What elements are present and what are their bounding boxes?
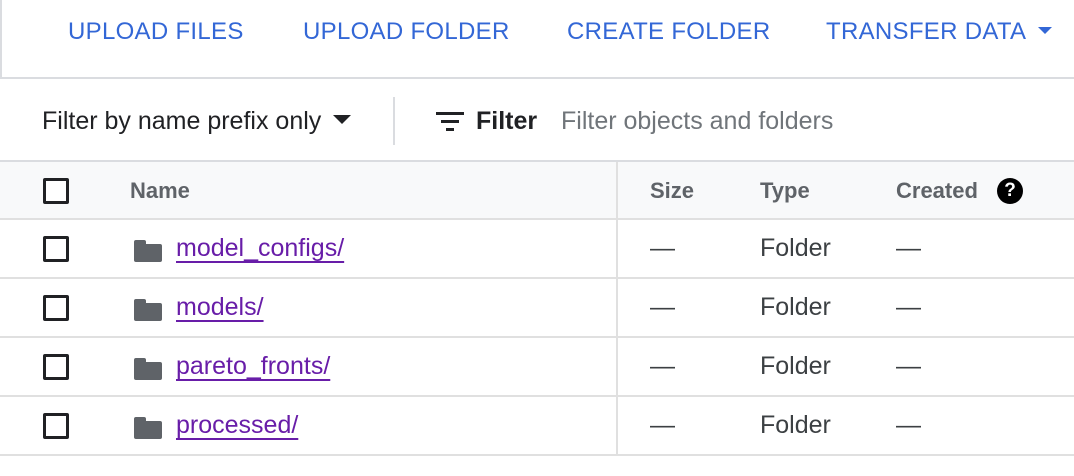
folder-icon [134, 299, 162, 321]
size-cell: — [650, 411, 675, 439]
size-cell: — [650, 234, 675, 262]
size-cell: — [650, 352, 675, 380]
folder-icon [134, 358, 162, 380]
folder-link[interactable]: models/ [176, 279, 264, 336]
action-toolbar: UPLOAD FILES UPLOAD FOLDER CREATE FOLDER… [0, 0, 1074, 79]
type-cell: Folder [760, 352, 831, 380]
filter-label: Filter [476, 107, 538, 135]
transfer-data-menu-button[interactable]: TRANSFER DATA [826, 14, 1053, 50]
type-cell: Folder [760, 293, 831, 321]
folder-link[interactable]: pareto_fronts/ [176, 338, 330, 395]
objects-table: Name Size Type Created ? model_configs/ … [0, 162, 1074, 456]
created-cell: — [896, 234, 921, 262]
folder-link[interactable]: processed/ [176, 397, 298, 454]
row-checkbox[interactable] [43, 413, 69, 439]
filter-input[interactable] [561, 101, 1061, 141]
row-checkbox[interactable] [43, 295, 69, 321]
select-all-checkbox[interactable] [43, 178, 69, 204]
column-header-size[interactable]: Size [650, 162, 694, 220]
table-row: processed/ — Folder — [0, 397, 1074, 456]
create-folder-button[interactable]: CREATE FOLDER [567, 14, 770, 50]
created-cell: — [896, 352, 921, 380]
created-cell: — [896, 411, 921, 439]
row-checkbox[interactable] [43, 354, 69, 380]
table-row: models/ — Folder — [0, 279, 1074, 338]
transfer-data-label: TRANSFER DATA [826, 18, 1027, 45]
filter-list-icon [436, 112, 464, 132]
column-header-type[interactable]: Type [760, 162, 810, 220]
size-cell: — [650, 293, 675, 321]
upload-folder-button[interactable]: UPLOAD FOLDER [303, 14, 510, 50]
table-row: pareto_fronts/ — Folder — [0, 338, 1074, 397]
filter-bar-divider [393, 97, 395, 145]
help-circle-icon[interactable]: ? [997, 178, 1023, 204]
created-cell: — [896, 293, 921, 321]
caret-down-icon [1038, 27, 1053, 35]
filter-bar: Filter by name prefix only Filter [0, 79, 1074, 162]
folder-icon [134, 240, 162, 262]
type-cell: Folder [760, 411, 831, 439]
column-header-name[interactable]: Name [130, 162, 190, 220]
row-checkbox[interactable] [43, 236, 69, 262]
upload-files-button[interactable]: UPLOAD FILES [68, 14, 244, 50]
filter-mode-dropdown[interactable]: Filter by name prefix only [42, 101, 352, 141]
filter-mode-label: Filter by name prefix only [42, 107, 322, 135]
folder-icon [134, 417, 162, 439]
table-row: model_configs/ — Folder — [0, 220, 1074, 279]
column-header-created[interactable]: Created [896, 162, 978, 220]
table-header-row: Name Size Type Created ? [0, 162, 1074, 220]
type-cell: Folder [760, 234, 831, 262]
folder-link[interactable]: model_configs/ [176, 220, 344, 277]
caret-down-icon [333, 114, 352, 124]
column-divider[interactable] [616, 162, 618, 454]
